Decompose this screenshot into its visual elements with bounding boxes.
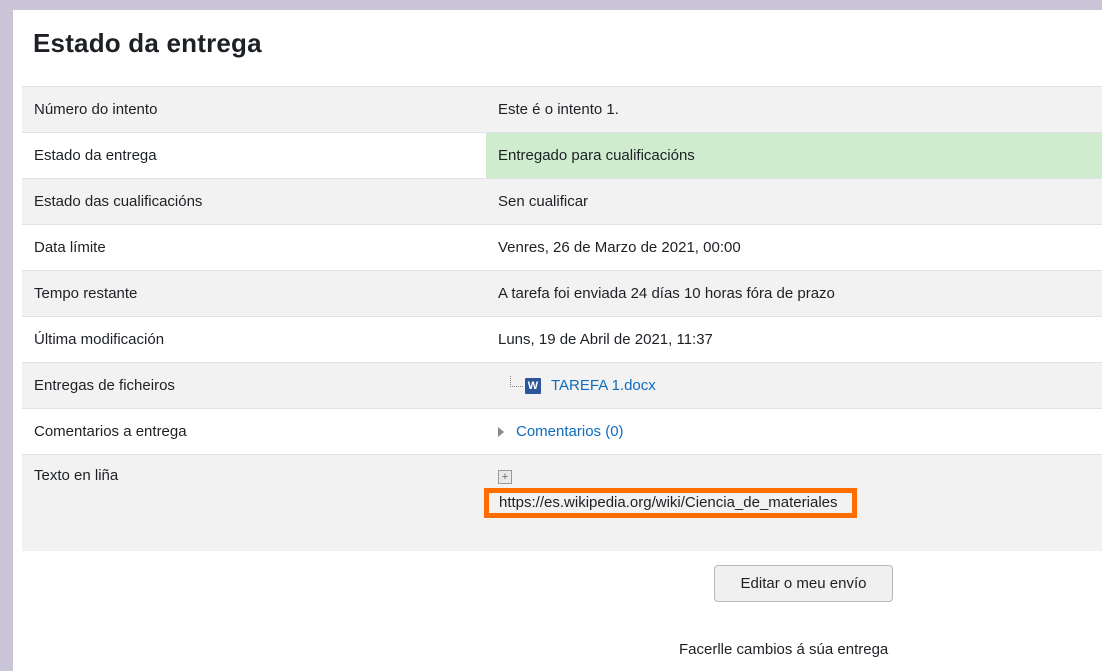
attempt-number-value: Este é o intento 1.	[486, 86, 1102, 133]
expand-plus-icon[interactable]: +	[498, 470, 512, 484]
word-document-icon: W	[525, 377, 541, 394]
table-row: Número do intento Este é o intento 1.	[22, 86, 1102, 133]
table-row: Entregas de ficheiros W TAREFA 1.docx	[22, 362, 1102, 409]
submission-status-value: Entregado para cualificacións	[486, 132, 1102, 179]
edit-submission-hint: Facerlle cambios á súa entrega	[679, 641, 889, 658]
last-modified-value: Luns, 19 de Abril de 2021, 11:37	[486, 316, 1102, 363]
grading-status-value: Sen cualificar	[486, 178, 1102, 225]
table-row: Estado das cualificacións Sen cualificar	[22, 178, 1102, 225]
expand-triangle-icon[interactable]	[498, 427, 504, 438]
row-label-submission-comments: Comentarios a entrega	[22, 408, 486, 455]
row-label-grading-status: Estado das cualificacións	[22, 178, 486, 225]
online-text-value: + https://es.wikipedia.org/wiki/Ciencia_…	[484, 454, 1102, 551]
table-row: Tempo restante A tarefa foi enviada 24 d…	[22, 270, 1102, 317]
file-submissions-value: W TAREFA 1.docx	[486, 362, 1102, 409]
submission-comments-value: Comentarios (0)	[486, 408, 1102, 455]
time-remaining-value: A tarefa foi enviada 24 días 10 horas fó…	[486, 270, 1102, 317]
edit-submission-button[interactable]: Editar o meu envío	[714, 565, 893, 602]
table-row: Última modificación Luns, 19 de Abril de…	[22, 316, 1102, 363]
table-row: Comentarios a entrega Comentarios (0)	[22, 408, 1102, 455]
row-label-last-modified: Última modificación	[22, 316, 486, 363]
comments-link[interactable]: Comentarios (0)	[516, 423, 624, 440]
row-label-time-remaining: Tempo restante	[22, 270, 486, 317]
row-label-due-date: Data límite	[22, 224, 486, 271]
submission-status-panel: Estado da entrega Número do intento Este…	[13, 10, 1102, 671]
table-row: Texto en liña + https://es.wikipedia.org…	[22, 454, 1102, 551]
tree-connector	[510, 376, 523, 387]
submission-status-table: Número do intento Este é o intento 1. Es…	[22, 86, 1102, 551]
row-label-file-submissions: Entregas de ficheiros	[22, 362, 486, 409]
due-date-value: Venres, 26 de Marzo de 2021, 00:00	[486, 224, 1102, 271]
file-link[interactable]: TAREFA 1.docx	[551, 377, 656, 394]
row-label-attempt-number: Número do intento	[22, 86, 486, 133]
table-row: Data límite Venres, 26 de Marzo de 2021,…	[22, 224, 1102, 271]
online-text-url: https://es.wikipedia.org/wiki/Ciencia_de…	[484, 488, 857, 518]
row-label-submission-status: Estado da entrega	[22, 132, 486, 179]
row-label-online-text: Texto en liña	[22, 454, 486, 551]
file-tree-item: W TAREFA 1.docx	[498, 376, 1102, 394]
table-row: Estado da entrega Entregado para cualifi…	[22, 132, 1102, 179]
section-title: Estado da entrega	[33, 28, 262, 58]
